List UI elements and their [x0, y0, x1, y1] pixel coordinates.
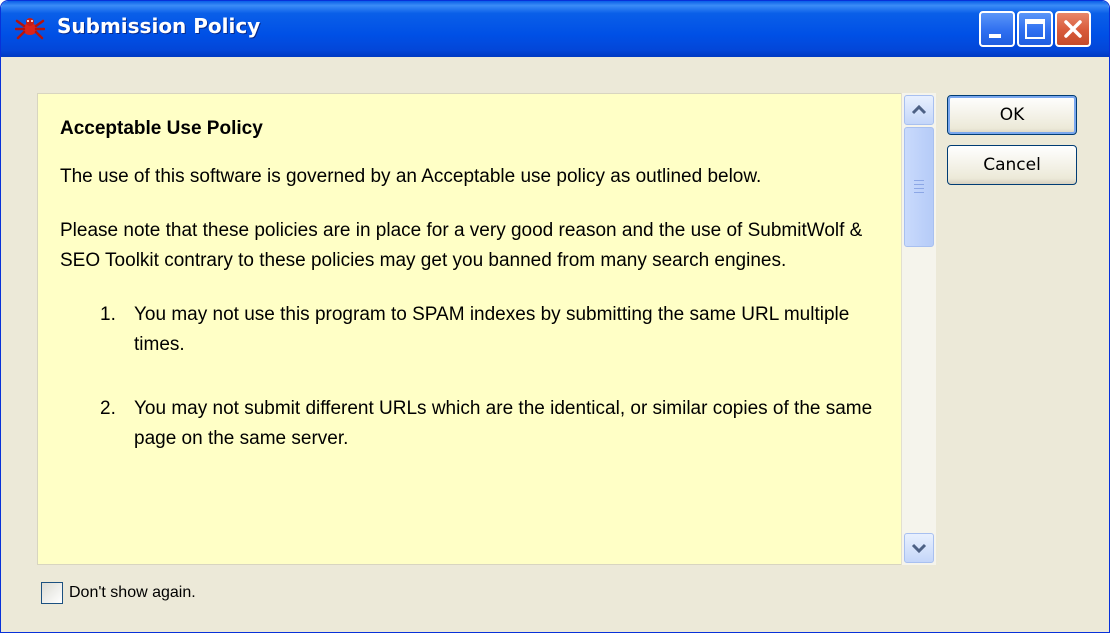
policy-note-paragraph: Please note that these policies are in p…: [60, 220, 863, 271]
maximize-icon: [1025, 19, 1045, 39]
title-bar[interactable]: Submission Policy: [1, 1, 1109, 57]
policy-intro-paragraph: The use of this software is governed by …: [60, 166, 762, 187]
minimize-button[interactable]: [979, 11, 1015, 47]
policy-item: 2. You may not submit different URLs whi…: [60, 394, 880, 454]
close-icon: [1064, 20, 1082, 38]
policy-item-number: 2.: [100, 398, 116, 419]
maximize-button[interactable]: [1017, 11, 1053, 47]
ok-button[interactable]: OK: [947, 95, 1077, 135]
dont-show-again-checkbox[interactable]: [41, 582, 63, 604]
cancel-button[interactable]: Cancel: [947, 145, 1077, 185]
thumb-grip: [914, 192, 924, 193]
thumb-grip: [914, 188, 924, 189]
thumb-grip: [914, 180, 924, 181]
scroll-down-button[interactable]: [904, 533, 934, 563]
scroll-up-button[interactable]: [904, 95, 934, 125]
policy-heading: Acceptable Use Policy: [60, 118, 263, 139]
scroll-thumb[interactable]: [904, 127, 934, 247]
close-button[interactable]: [1055, 11, 1091, 47]
policy-list: 1. You may not use this program to SPAM …: [60, 300, 880, 454]
policy-item: 1. You may not use this program to SPAM …: [60, 300, 880, 360]
chevron-down-icon: [911, 543, 927, 554]
policy-text-area[interactable]: Acceptable Use Policy The use of this so…: [37, 93, 903, 565]
policy-item-text: You may not submit different URLs which …: [134, 398, 873, 449]
policy-item-text: You may not use this program to SPAM ind…: [134, 304, 850, 355]
policy-item-number: 1.: [100, 304, 116, 325]
chevron-up-icon: [911, 104, 927, 115]
spider-wolf-icon: [15, 18, 45, 40]
window-title: Submission Policy: [57, 14, 261, 38]
dont-show-again-label[interactable]: Don't show again.: [69, 581, 196, 605]
dialog-window: Submission Policy Acceptable Use Policy …: [0, 0, 1110, 633]
thumb-grip: [914, 184, 924, 185]
minimize-icon: [989, 34, 1001, 38]
vertical-scrollbar[interactable]: [901, 93, 936, 565]
